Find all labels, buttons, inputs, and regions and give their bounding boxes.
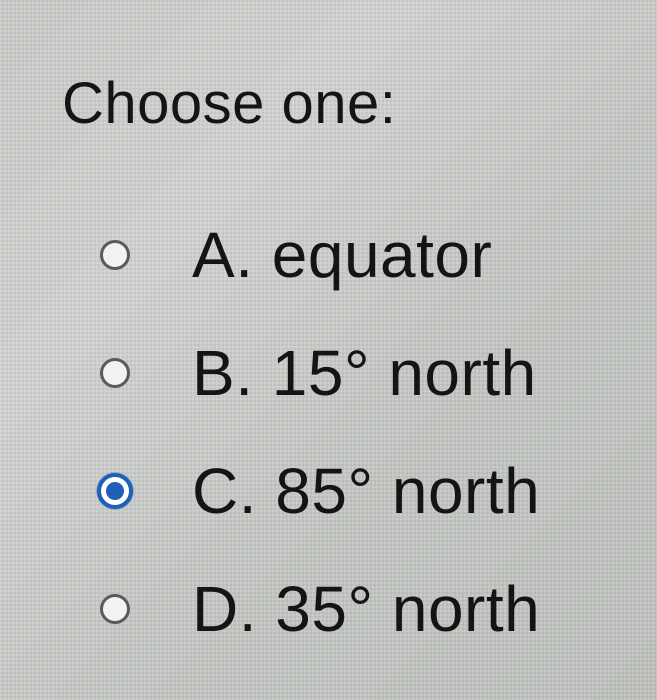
- option-b-radio[interactable]: [100, 358, 130, 388]
- option-c-radio-selected[interactable]: [97, 473, 133, 509]
- option-b-label[interactable]: B. 15° north: [192, 336, 537, 410]
- answer-options-list: A. equator B. 15° north C. 85° north D. …: [97, 196, 540, 668]
- option-a-label[interactable]: A. equator: [192, 218, 492, 292]
- option-a-radio[interactable]: [100, 240, 130, 270]
- option-d-radio[interactable]: [100, 594, 130, 624]
- question-panel: Choose one: A. equator B. 15° north C. 8…: [0, 0, 657, 700]
- option-c-label[interactable]: C. 85° north: [192, 454, 540, 528]
- option-b[interactable]: B. 15° north: [100, 314, 540, 432]
- option-c[interactable]: C. 85° north: [97, 432, 540, 550]
- option-d-label[interactable]: D. 35° north: [192, 572, 540, 646]
- option-d[interactable]: D. 35° north: [100, 550, 540, 668]
- option-a[interactable]: A. equator: [100, 196, 540, 314]
- question-title: Choose one:: [62, 71, 397, 136]
